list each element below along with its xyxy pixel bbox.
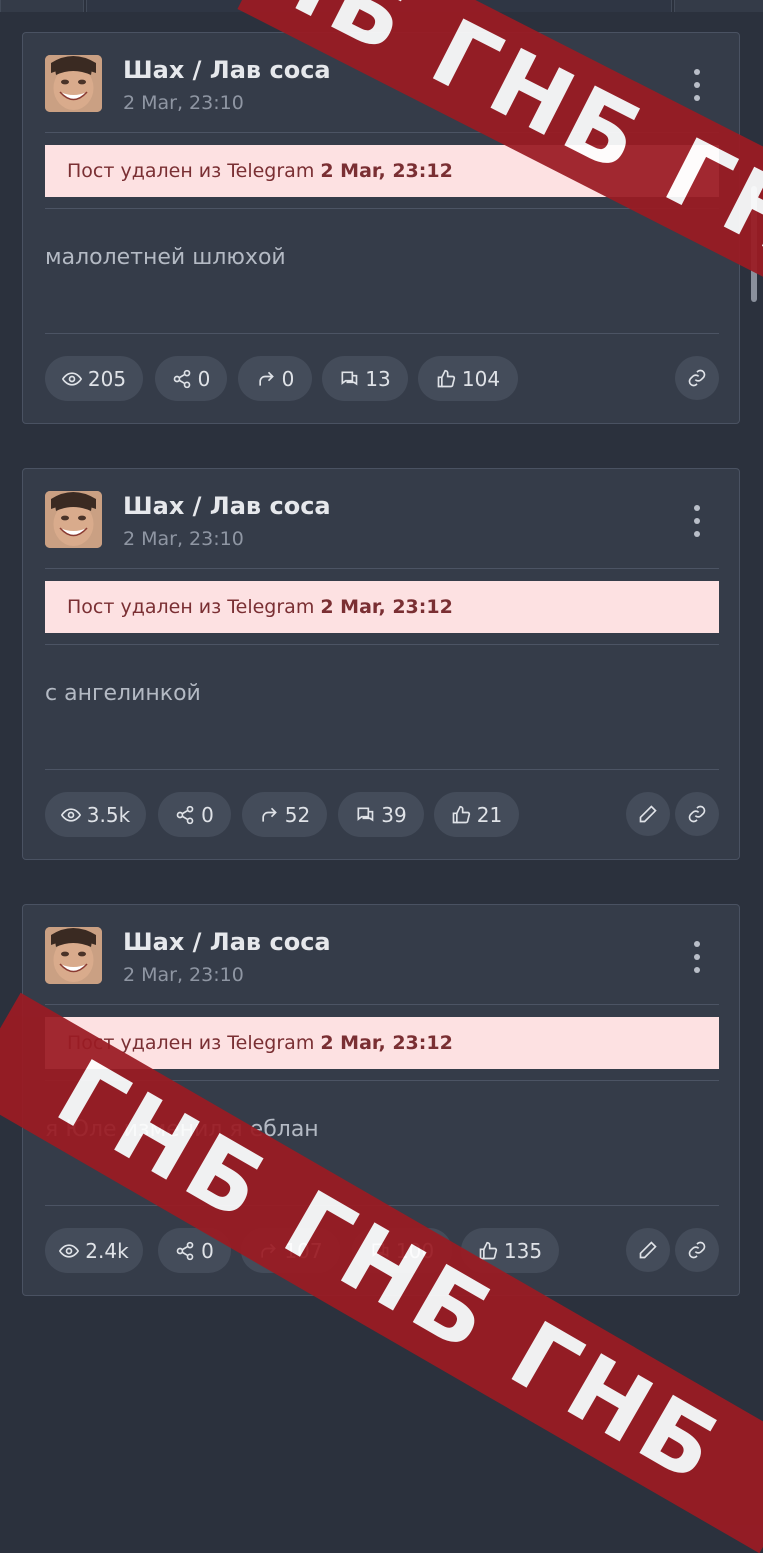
likes-stat[interactable]: 21 bbox=[434, 792, 519, 837]
post-text: с ангелинкой bbox=[45, 681, 201, 706]
copy-link-button[interactable] bbox=[675, 356, 719, 400]
views-stat[interactable]: 205 bbox=[45, 356, 143, 401]
forward-arrow-icon bbox=[258, 371, 274, 386]
post-text: я Юле изменил я еблан bbox=[45, 1117, 319, 1142]
share-icon bbox=[176, 1241, 194, 1260]
link-icon bbox=[688, 1241, 706, 1259]
views-count: 2.4k bbox=[85, 1238, 129, 1263]
post-author[interactable]: Шах / Лав соса bbox=[123, 928, 331, 956]
post-text: малолетней шлюхой bbox=[45, 245, 286, 270]
top-tab-right[interactable] bbox=[674, 0, 763, 12]
shares-count: 0 bbox=[201, 1238, 214, 1263]
shares-stat[interactable]: 0 bbox=[158, 792, 231, 837]
more-menu-icon[interactable] bbox=[691, 505, 703, 537]
comments-count: 13 bbox=[365, 366, 391, 391]
eye-icon bbox=[59, 1243, 80, 1258]
deleted-notice-date: 2 Mar, 23:12 bbox=[320, 160, 453, 182]
deleted-notice-text: Пост удален из Telegram bbox=[67, 596, 315, 618]
comments-stat[interactable]: 100 bbox=[352, 1228, 452, 1273]
divider bbox=[45, 333, 719, 334]
copy-link-button[interactable] bbox=[675, 792, 719, 836]
pencil-icon bbox=[639, 805, 657, 823]
forward-arrow-icon bbox=[261, 1243, 277, 1258]
comments-icon bbox=[357, 807, 374, 822]
avatar[interactable] bbox=[45, 927, 102, 984]
share-icon bbox=[173, 369, 190, 388]
deleted-notice-date: 2 Mar, 23:12 bbox=[320, 596, 453, 618]
post-stats: 2.4k 0 107 100 135 bbox=[45, 1228, 719, 1274]
edit-button[interactable] bbox=[626, 792, 670, 836]
views-count: 205 bbox=[87, 366, 127, 391]
top-tab-strip bbox=[0, 0, 763, 12]
comments-icon bbox=[372, 1243, 389, 1258]
top-tab-center[interactable] bbox=[86, 0, 672, 12]
divider bbox=[45, 208, 719, 209]
post-date[interactable]: 2 Mar, 23:10 bbox=[123, 528, 244, 550]
share-icon bbox=[176, 805, 194, 824]
divider bbox=[45, 1004, 719, 1005]
thumbs-up-icon bbox=[437, 369, 456, 387]
thumbs-up-icon bbox=[479, 1241, 498, 1259]
deleted-notice-date: 2 Mar, 23:12 bbox=[320, 1032, 453, 1054]
deleted-notice: Пост удален из Telegram 2 Mar, 23:12 bbox=[45, 145, 719, 197]
forward-arrow-icon bbox=[262, 807, 277, 822]
comments-stat[interactable]: 39 bbox=[338, 792, 424, 837]
divider bbox=[45, 769, 719, 770]
divider bbox=[45, 568, 719, 569]
link-icon bbox=[688, 805, 706, 823]
deleted-notice: Пост удален из Telegram 2 Mar, 23:12 bbox=[45, 1017, 719, 1069]
divider bbox=[45, 1080, 719, 1081]
avatar[interactable] bbox=[45, 491, 102, 548]
shares-count: 0 bbox=[201, 802, 214, 827]
forwards-stat[interactable]: 107 bbox=[241, 1228, 340, 1273]
top-tab-left[interactable] bbox=[0, 0, 84, 12]
comments-count: 100 bbox=[395, 1238, 435, 1263]
pencil-icon bbox=[639, 1241, 657, 1259]
views-stat[interactable]: 3.5k bbox=[45, 792, 146, 837]
post-stats: 3.5k 0 52 39 21 bbox=[45, 792, 719, 838]
avatar[interactable] bbox=[45, 55, 102, 112]
likes-count: 104 bbox=[461, 366, 501, 391]
divider bbox=[45, 1205, 719, 1206]
comments-icon bbox=[341, 371, 358, 386]
forwards-stat[interactable]: 52 bbox=[242, 792, 327, 837]
post-author[interactable]: Шах / Лав соса bbox=[123, 492, 331, 520]
forwards-count: 107 bbox=[284, 1238, 323, 1263]
link-icon bbox=[688, 369, 706, 387]
divider bbox=[45, 132, 719, 133]
forwards-count: 0 bbox=[281, 366, 295, 391]
comments-stat[interactable]: 13 bbox=[322, 356, 408, 401]
deleted-notice-text: Пост удален из Telegram bbox=[67, 160, 315, 182]
post-card: Шах / Лав соса 2 Mar, 23:10 Пост удален … bbox=[22, 468, 740, 860]
post-date[interactable]: 2 Mar, 23:10 bbox=[123, 964, 244, 986]
post-date[interactable]: 2 Mar, 23:10 bbox=[123, 92, 244, 114]
post-card: Шах / Лав соса 2 Mar, 23:10 Пост удален … bbox=[22, 32, 740, 424]
likes-count: 21 bbox=[476, 802, 503, 827]
likes-stat[interactable]: 135 bbox=[461, 1228, 559, 1273]
edit-button[interactable] bbox=[626, 1228, 670, 1272]
shares-stat[interactable]: 0 bbox=[158, 1228, 231, 1273]
likes-count: 135 bbox=[503, 1238, 543, 1263]
comments-count: 39 bbox=[381, 802, 407, 827]
divider bbox=[45, 644, 719, 645]
more-menu-icon[interactable] bbox=[691, 69, 703, 101]
forwards-count: 52 bbox=[284, 802, 311, 827]
views-count: 3.5k bbox=[86, 802, 131, 827]
forwards-stat[interactable]: 0 bbox=[238, 356, 312, 401]
shares-count: 0 bbox=[197, 366, 211, 391]
eye-icon bbox=[61, 371, 82, 386]
likes-stat[interactable]: 104 bbox=[418, 356, 518, 401]
eye-icon bbox=[60, 807, 81, 822]
post-author[interactable]: Шах / Лав соса bbox=[123, 56, 331, 84]
post-card: Шах / Лав соса 2 Mar, 23:10 Пост удален … bbox=[22, 904, 740, 1296]
post-stats: 205 0 0 13 104 bbox=[45, 356, 719, 402]
copy-link-button[interactable] bbox=[675, 1228, 719, 1272]
shares-stat[interactable]: 0 bbox=[155, 356, 227, 401]
deleted-notice-text: Пост удален из Telegram bbox=[67, 1032, 315, 1054]
deleted-notice: Пост удален из Telegram 2 Mar, 23:12 bbox=[45, 581, 719, 633]
views-stat[interactable]: 2.4k bbox=[45, 1228, 143, 1273]
scrollbar-thumb[interactable] bbox=[751, 186, 757, 302]
thumbs-up-icon bbox=[452, 805, 470, 823]
more-menu-icon[interactable] bbox=[691, 941, 703, 973]
